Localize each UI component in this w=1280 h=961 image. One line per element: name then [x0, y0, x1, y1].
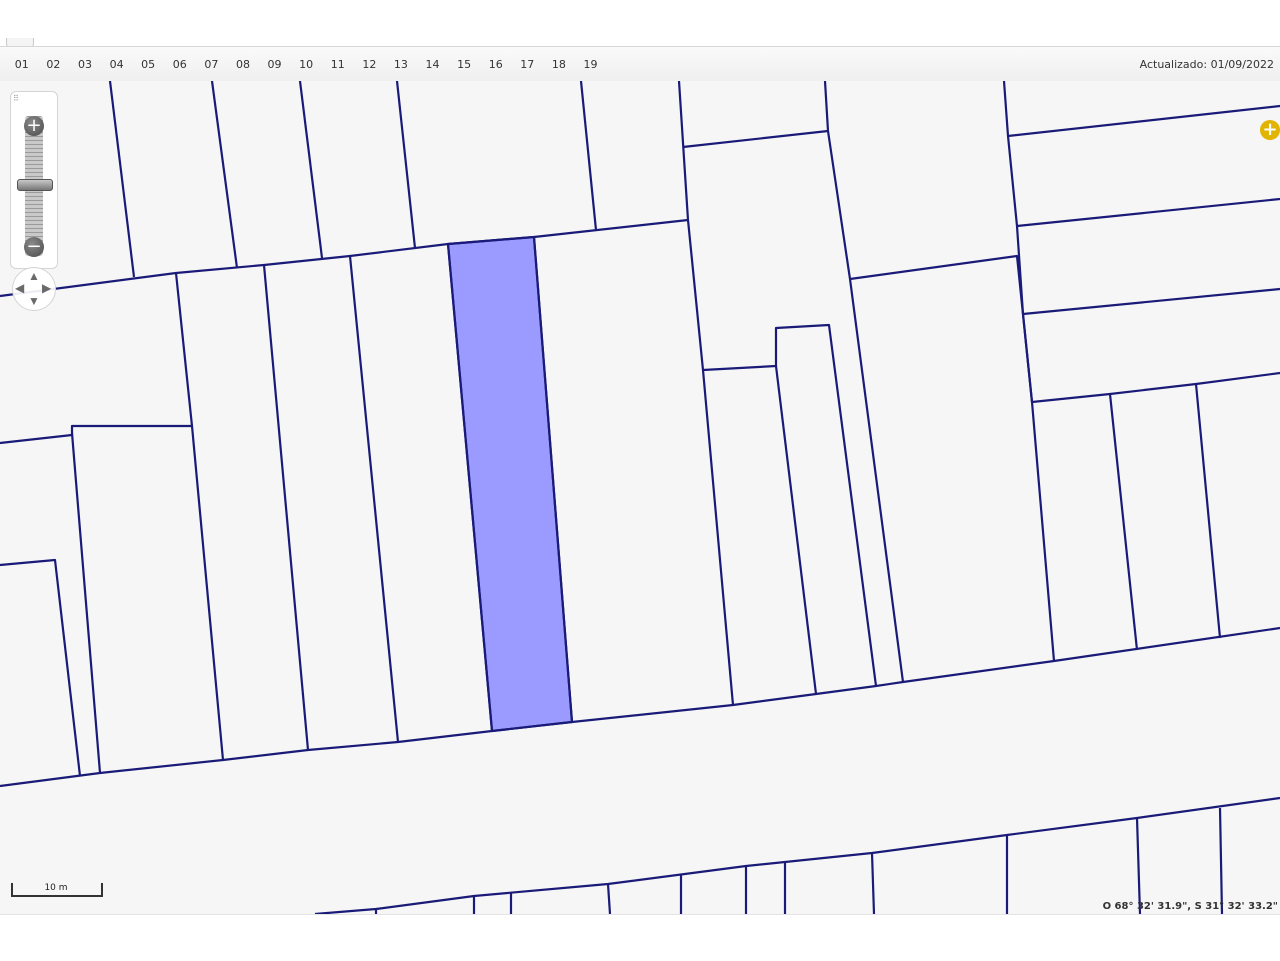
- cadastral-map[interactable]: ⠿ + − ▲ ▼ ◀ ▶ + 10 m O 68° 32' 31.9", S …: [0, 81, 1280, 914]
- page-number-13[interactable]: 13: [385, 58, 417, 71]
- page-number-11[interactable]: 11: [322, 58, 354, 71]
- zoom-slider-thumb[interactable]: [17, 179, 53, 191]
- add-layer-button[interactable]: +: [1260, 120, 1280, 140]
- scale-bar: 10 m: [11, 883, 103, 897]
- pan-control: ▲ ▼ ◀ ▶: [12, 267, 56, 311]
- pan-left-icon[interactable]: ◀: [15, 281, 24, 295]
- page-toolbar: 01 02 03 04 05 06 07 08 09 10 11 12 13 14 15 16 17 18 19 A…: [0, 46, 1280, 82]
- page-number-17[interactable]: 17: [512, 58, 544, 71]
- page-number-15[interactable]: 15: [448, 58, 480, 71]
- page-number-09[interactable]: 09: [259, 58, 291, 71]
- coordinates-readout: O 68° 32' 31.9", S 31° 32' 33.2": [1102, 901, 1278, 912]
- zoom-in-button[interactable]: +: [24, 116, 44, 136]
- page-number-08[interactable]: 08: [227, 58, 259, 71]
- bottom-strip: [0, 914, 1280, 961]
- pan-up-icon[interactable]: ▲: [28, 269, 40, 283]
- updated-date-label: Actualizado: 01/09/2022: [1139, 58, 1274, 71]
- page-number-12[interactable]: 12: [354, 58, 386, 71]
- pan-right-icon[interactable]: ▶: [42, 281, 51, 295]
- page-number-01[interactable]: 01: [6, 58, 38, 71]
- zoom-control: ⠿ + − ▲ ▼ ◀ ▶: [10, 91, 58, 311]
- page-number-06[interactable]: 06: [164, 58, 196, 71]
- page-number-14[interactable]: 14: [417, 58, 449, 71]
- page-number-18[interactable]: 18: [543, 58, 575, 71]
- page-number-03[interactable]: 03: [69, 58, 101, 71]
- parcel-layer[interactable]: [0, 81, 1280, 914]
- top-strip: [0, 0, 1280, 47]
- page-number-16[interactable]: 16: [480, 58, 512, 71]
- page-number-04[interactable]: 04: [101, 58, 133, 71]
- page-number-02[interactable]: 02: [38, 58, 70, 71]
- page-number-19[interactable]: 19: [575, 58, 607, 71]
- zoom-panel: ⠿ + −: [10, 91, 58, 269]
- page-number-list: 01 02 03 04 05 06 07 08 09 10 11 12 13 14 15 16 17 18 19: [6, 47, 606, 81]
- pan-down-icon[interactable]: ▼: [28, 294, 40, 308]
- scale-bar-label: 10 m: [44, 883, 68, 893]
- grip-icon[interactable]: ⠿: [13, 94, 19, 103]
- page-number-07[interactable]: 07: [196, 58, 228, 71]
- page-number-05[interactable]: 05: [132, 58, 164, 71]
- zoom-out-button[interactable]: −: [24, 237, 44, 257]
- parcel[interactable]: [0, 81, 1280, 914]
- page-number-10[interactable]: 10: [290, 58, 322, 71]
